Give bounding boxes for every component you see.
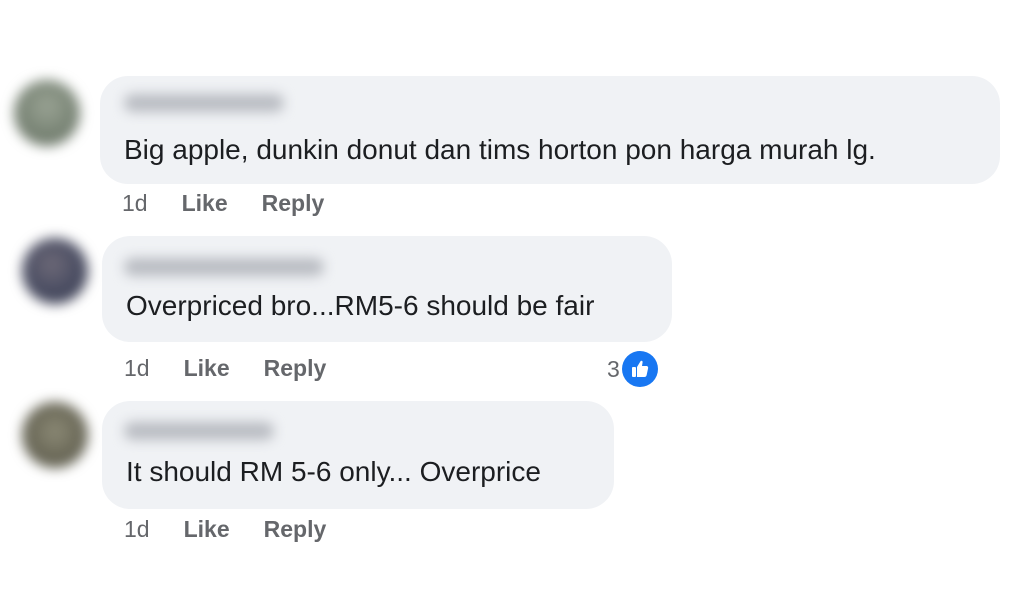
comment-bubble (100, 76, 1000, 184)
reply-button[interactable]: Reply (262, 190, 325, 217)
reply-button[interactable]: Reply (264, 355, 327, 382)
comment-text: Overpriced bro...RM5-6 should be fair (126, 290, 595, 321)
comment-text: Big apple, dunkin donut dan tims horton … (124, 134, 876, 165)
comment-text: It should RM 5-6 only... Overprice (126, 456, 541, 487)
commenter-avatar[interactable] (22, 238, 88, 304)
reaction-summary[interactable]: 3 (607, 351, 658, 387)
comment-actions: 1d Like Reply (122, 190, 324, 217)
comment-timestamp[interactable]: 1d (122, 190, 148, 217)
reply-button[interactable]: Reply (264, 516, 327, 543)
comment-bubble (102, 236, 672, 342)
commenter-name-blurred[interactable] (124, 422, 274, 440)
comment-actions: 1d Like Reply (124, 355, 326, 382)
like-button[interactable]: Like (182, 190, 228, 217)
reaction-count: 3 (607, 355, 620, 382)
commenter-name-blurred[interactable] (124, 258, 324, 276)
commenter-avatar[interactable] (14, 80, 80, 146)
comment-actions: 1d Like Reply (124, 516, 326, 543)
comment-bubble (102, 401, 614, 509)
like-button[interactable]: Like (184, 355, 230, 382)
like-thumbs-up-icon (621, 351, 658, 387)
comment-timestamp[interactable]: 1d (124, 516, 150, 543)
commenter-name-blurred[interactable] (124, 94, 284, 112)
like-button[interactable]: Like (184, 516, 230, 543)
comment-timestamp[interactable]: 1d (124, 355, 150, 382)
commenter-avatar[interactable] (22, 402, 88, 468)
